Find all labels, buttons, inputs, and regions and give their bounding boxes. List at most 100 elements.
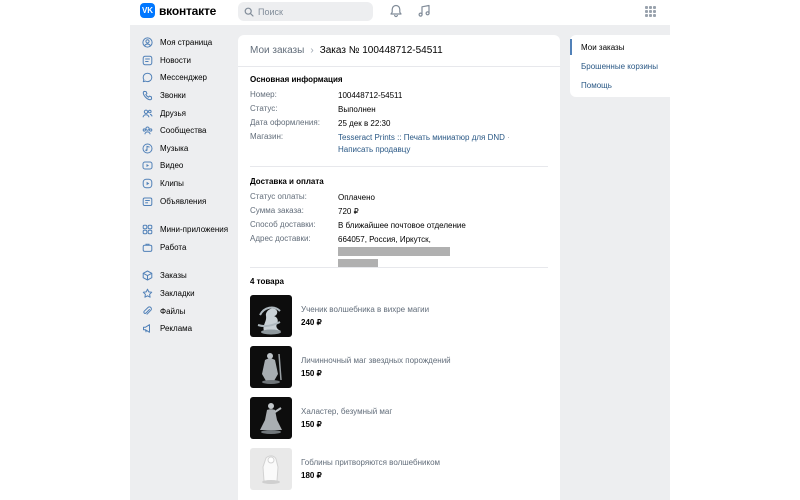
product-price: 240 ₽ bbox=[301, 318, 322, 327]
menu-item-my-orders[interactable]: Мои заказы bbox=[581, 43, 624, 52]
order-sum-label: Сумма заказа: bbox=[250, 206, 304, 215]
address-value: 664057, Россия, Иркутск, bbox=[338, 234, 543, 270]
shop-link[interactable]: Tesseract Prints :: Печать миниатюр для … bbox=[338, 133, 505, 142]
redacted-block bbox=[338, 247, 450, 257]
apps-icon[interactable] bbox=[645, 6, 656, 17]
date-label: Дата оформления: bbox=[250, 118, 320, 127]
files-icon bbox=[142, 306, 153, 317]
sidebar-item-label: Новости bbox=[160, 55, 191, 65]
orders-icon bbox=[142, 270, 153, 281]
sidebar-item-label: Моя страница bbox=[160, 38, 213, 48]
product-image[interactable] bbox=[250, 295, 292, 337]
header-divider bbox=[238, 66, 560, 67]
sidebar-item-music[interactable]: Музыка bbox=[140, 140, 232, 158]
product-item[interactable]: Личинночный маг звездных порождений 150 … bbox=[250, 346, 550, 388]
user-icon bbox=[142, 37, 153, 48]
product-name[interactable]: Ученик волшебника в вихре магии bbox=[301, 305, 429, 314]
date-row: Дата оформления: 25 дек в 22:30 bbox=[250, 118, 550, 130]
sidebar-item-advertising[interactable]: Реклама bbox=[140, 320, 232, 338]
product-name[interactable]: Личинночный маг звездных порождений bbox=[301, 356, 451, 365]
advertising-icon bbox=[142, 323, 153, 334]
order-number-row: Номер: 100448712-54511 bbox=[250, 90, 550, 102]
sidebar-item-label: Заказы bbox=[160, 271, 187, 281]
separator-dot: · bbox=[507, 133, 510, 142]
sidebar-item-calls[interactable]: Звонки bbox=[140, 87, 232, 105]
product-name[interactable]: Гоблины притворяются волшебником bbox=[301, 458, 440, 467]
music-icon bbox=[142, 143, 153, 154]
product-image[interactable] bbox=[250, 448, 292, 490]
product-image[interactable] bbox=[250, 397, 292, 439]
status-value: Выполнен bbox=[338, 105, 376, 114]
shop-value: Tesseract Prints :: Печать миниатюр для … bbox=[338, 132, 543, 156]
bookmarks-icon bbox=[142, 288, 153, 299]
sidebar-item-label: Музыка bbox=[160, 143, 189, 153]
sidebar-item-messenger[interactable]: Мессенджер bbox=[140, 69, 232, 87]
right-menu: Мои заказы Брошенные корзины Помощь bbox=[570, 35, 670, 97]
news-icon bbox=[142, 55, 153, 66]
product-name[interactable]: Халастер, безумный маг bbox=[301, 407, 392, 416]
sidebar-item-label: Закладки bbox=[160, 289, 195, 299]
friends-icon bbox=[142, 108, 153, 119]
sidebar-item-label: Мессенджер bbox=[160, 73, 207, 83]
payment-status-label: Статус оплаты: bbox=[250, 192, 307, 201]
sidebar-item-work[interactable]: Работа bbox=[140, 239, 232, 257]
shop-label: Магазин: bbox=[250, 132, 284, 141]
sidebar-item-clips[interactable]: Клипы bbox=[140, 175, 232, 193]
sidebar-item-files[interactable]: Файлы bbox=[140, 302, 232, 320]
order-sum-value: 720 ₽ bbox=[338, 207, 359, 216]
contact-seller-link[interactable]: Написать продавцу bbox=[338, 145, 410, 154]
search-box[interactable] bbox=[238, 2, 373, 21]
product-price: 180 ₽ bbox=[301, 471, 322, 480]
search-input[interactable] bbox=[258, 6, 368, 17]
sidebar-item-mini-apps[interactable]: Мини-приложения bbox=[140, 221, 232, 239]
sidebar-item-classifieds[interactable]: Объявления bbox=[140, 192, 232, 210]
bell-icon[interactable] bbox=[389, 4, 403, 18]
groups-icon bbox=[142, 125, 153, 136]
sidebar-item-label: Объявления bbox=[160, 196, 207, 206]
payment-status-row: Статус оплаты: Оплачено bbox=[250, 192, 550, 204]
menu-item-abandoned-carts[interactable]: Брошенные корзины bbox=[581, 62, 658, 71]
sidebar-item-label: Друзья bbox=[160, 108, 186, 118]
address-label: Адрес доставки: bbox=[250, 234, 311, 243]
delivery-title: Доставка и оплата bbox=[250, 177, 324, 186]
product-item[interactable]: Гоблины притворяются волшебником 180 ₽ bbox=[250, 448, 550, 490]
sidebar-item-communities[interactable]: Сообщества bbox=[140, 122, 232, 140]
sidebar-item-bookmarks[interactable]: Закладки bbox=[140, 285, 232, 303]
sidebar-item-orders[interactable]: Заказы bbox=[140, 267, 232, 285]
ads-icon bbox=[142, 196, 153, 207]
sidebar-item-label: Файлы bbox=[160, 306, 186, 316]
sidebar-item-label: Реклама bbox=[160, 324, 193, 334]
sidebar-item-label: Мини-приложения bbox=[160, 225, 229, 235]
sidebar-item-news[interactable]: Новости bbox=[140, 52, 232, 70]
product-price: 150 ₽ bbox=[301, 369, 322, 378]
sidebar-item-label: Клипы bbox=[160, 179, 184, 189]
delivery-method-label: Способ доставки: bbox=[250, 220, 316, 229]
order-number-value: 100448712-54511 bbox=[338, 91, 403, 100]
music-icon[interactable] bbox=[417, 4, 431, 18]
search-icon bbox=[244, 7, 254, 17]
menu-item-help[interactable]: Помощь bbox=[581, 81, 612, 90]
breadcrumb-my-orders-link[interactable]: Мои заказы bbox=[250, 45, 304, 56]
sidebar-item-my-page[interactable]: Моя страница bbox=[140, 34, 232, 52]
product-price: 150 ₽ bbox=[301, 420, 322, 429]
chat-icon bbox=[142, 72, 153, 83]
top-header: VK вконтакте bbox=[0, 0, 800, 25]
product-image[interactable] bbox=[250, 346, 292, 388]
vk-logo[interactable]: VK вконтакте bbox=[140, 3, 216, 18]
phone-icon bbox=[142, 90, 153, 101]
sidebar-item-friends[interactable]: Друзья bbox=[140, 104, 232, 122]
product-item[interactable]: Халастер, безумный маг 150 ₽ bbox=[250, 397, 550, 439]
mini-apps-icon bbox=[142, 224, 153, 235]
vk-logo-mark-icon: VK bbox=[140, 3, 155, 18]
sidebar-item-video[interactable]: Видео bbox=[140, 157, 232, 175]
products-title: 4 товара bbox=[250, 277, 284, 286]
date-value: 25 дек в 22:30 bbox=[338, 119, 391, 128]
sidebar-item-label: Звонки bbox=[160, 91, 186, 101]
status-label: Статус: bbox=[250, 104, 278, 113]
sidebar-item-label: Работа bbox=[160, 242, 187, 252]
delivery-method-row: Способ доставки: В ближайшее почтовое от… bbox=[250, 220, 550, 232]
product-item[interactable]: Ученик волшебника в вихре магии 240 ₽ bbox=[250, 295, 550, 337]
section-divider bbox=[250, 267, 548, 268]
breadcrumb: Мои заказы › Заказ № 100448712-54511 bbox=[250, 45, 443, 56]
